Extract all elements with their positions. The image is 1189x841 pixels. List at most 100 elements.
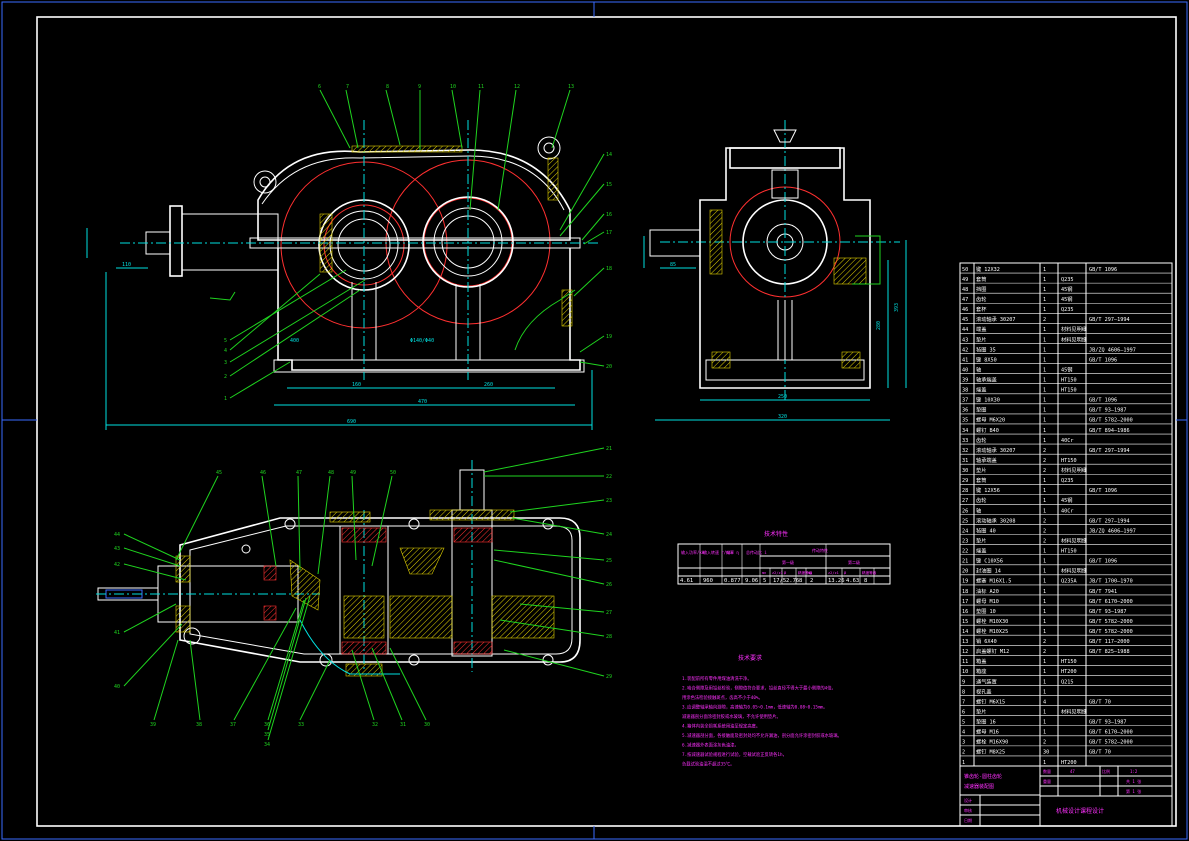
bom-no: 31 bbox=[962, 458, 968, 464]
bom-qty: 1 bbox=[1043, 418, 1046, 424]
bom-qty: 2 bbox=[1043, 458, 1046, 464]
bom-qty: 1 bbox=[1043, 559, 1046, 565]
bom-no: 50 bbox=[962, 267, 968, 273]
bom-name: 箱座 bbox=[976, 667, 986, 675]
bom-standard: JB/ZQ 4606—1997 bbox=[1089, 528, 1136, 534]
tech-value: 2 bbox=[810, 578, 813, 584]
side-width: 250 bbox=[778, 394, 787, 400]
callout-42: 42 bbox=[114, 562, 120, 568]
bom-qty: 1 bbox=[1043, 609, 1046, 615]
bom-name: 毡圈 40 bbox=[976, 526, 996, 534]
bom-standard: GB/T 1096 bbox=[1089, 398, 1117, 404]
bom-row: 11 箱盖 1 HT150 bbox=[962, 657, 1077, 665]
bom-standard: GB/T 825—1988 bbox=[1089, 649, 1130, 655]
callout-39: 39 bbox=[150, 722, 156, 728]
bom-qty: 2 bbox=[1043, 518, 1046, 524]
bom-row: 43 垫片 1 材料见明细 bbox=[962, 335, 1087, 343]
tech-col-label: mn bbox=[808, 571, 812, 575]
bom-qty: 2 bbox=[1043, 740, 1046, 746]
bom-row: 2 螺钉 M8X25 30 GB/T 70 bbox=[962, 748, 1111, 756]
bom-name: 螺钉 M8X25 bbox=[976, 748, 1005, 756]
tb-qty-label: 数量 bbox=[1043, 768, 1051, 774]
bom-row: 27 齿轮 1 45钢 bbox=[962, 496, 1072, 504]
bom-row: 4 螺母 M16 1 GB/T 6170—2000 bbox=[962, 728, 1133, 736]
tb-weight-label: 重量 bbox=[1043, 778, 1051, 784]
bom-row: 45 滚动轴承 30207 2 GB/T 297—1994 bbox=[962, 315, 1130, 323]
bom-material: HT150 bbox=[1061, 458, 1077, 464]
callout-30: 30 bbox=[424, 722, 430, 728]
callout-25: 25 bbox=[606, 558, 612, 564]
bom-name: 垫片 bbox=[976, 707, 986, 715]
bom-no: 4 bbox=[962, 730, 965, 736]
callout-7: 7 bbox=[346, 84, 349, 90]
bom-name: 螺栓 M16X90 bbox=[976, 738, 1008, 746]
tech-header-power: 输入功率/kW bbox=[681, 549, 705, 555]
tech-req-line: 4.箱体内装全损耗系统用油至规定高度。 bbox=[682, 723, 760, 730]
callout-36: 36 bbox=[264, 722, 270, 728]
tech-header-eff: 效率 η bbox=[726, 549, 739, 555]
assembly-drawing: 690 470 160 260 110 Φ140/Φ40 400 6 7 8 9… bbox=[1, 1, 1188, 840]
tech-value: 5 bbox=[763, 578, 766, 584]
bom-qty: 1 bbox=[1043, 549, 1046, 555]
bom-no: 44 bbox=[962, 327, 968, 333]
tb-sheet-label: 共 1 张 bbox=[1126, 778, 1141, 784]
bom-qty: 1 bbox=[1043, 579, 1046, 585]
front-gear-note: Φ140/Φ40 bbox=[410, 338, 434, 344]
bom-row: 48 挡圈 1 45钢 bbox=[962, 285, 1072, 293]
bom-name: 封油圈 14 bbox=[976, 567, 1001, 575]
bom-row: 31 轴承端盖 2 HT150 bbox=[962, 456, 1077, 464]
bom-name: 滚动轴承 30207 bbox=[976, 446, 1016, 454]
bom-row: 9 通气装置 1 Q215 bbox=[962, 677, 1074, 685]
side-total-width: 320 bbox=[778, 414, 787, 420]
technical-requirements: 技术要求 1.装配前所有零件用煤油清洗干净。 2.啮合侧隙及用铅丝检验，侧隙值符合… bbox=[682, 654, 842, 768]
callout-28: 28 bbox=[606, 634, 612, 640]
bom-standard: GB/T 70 bbox=[1089, 750, 1111, 756]
tech-req-line: 负载试验油温不超过35℃。 bbox=[682, 761, 734, 768]
front-height-dim: 400 bbox=[290, 338, 299, 344]
bom-row: 14 螺栓 M10X25 1 GB/T 5782—2000 bbox=[962, 627, 1133, 635]
tech-header-char: 传动特性 bbox=[812, 547, 828, 553]
bom-standard: GB/T 6170—2000 bbox=[1089, 730, 1133, 736]
bom-row: 16 垫圈 10 1 GB/T 93—1987 bbox=[962, 607, 1126, 615]
callout-20: 20 bbox=[606, 364, 612, 370]
bom-qty: 2 bbox=[1043, 538, 1046, 544]
bom-name: 箱盖 bbox=[976, 657, 986, 665]
bom-material: 材料见明细 bbox=[1061, 536, 1087, 544]
bom-row: 5 垫圈 16 1 GB/T 93—1987 bbox=[962, 718, 1126, 726]
bom-no: 20 bbox=[962, 569, 968, 575]
bom-qty: 2 bbox=[1043, 649, 1046, 655]
callout-33: 33 bbox=[298, 722, 304, 728]
bom-no: 3 bbox=[962, 740, 965, 746]
bom-qty: 1 bbox=[1043, 508, 1046, 514]
bom-no: 33 bbox=[962, 438, 968, 444]
tech-req-line: 5.减速器剖分面，各接触面及密封处均不允许漏油，剖分面允许涂密封胶或水玻璃。 bbox=[682, 732, 842, 739]
tech-col-label: β bbox=[844, 571, 846, 575]
side-view: 320 250 393 280 85 bbox=[643, 120, 907, 421]
bom-material: 40Cr bbox=[1061, 438, 1074, 444]
callout-9: 9 bbox=[418, 84, 421, 90]
tech-col-label: 精度等级 bbox=[862, 570, 877, 575]
bom-material: 45钢 bbox=[1061, 295, 1072, 303]
bom-standard: GB/T 297—1994 bbox=[1089, 518, 1130, 524]
bom-standard: GB/T 1096 bbox=[1089, 488, 1117, 494]
bom-qty: 4 bbox=[1043, 699, 1046, 705]
bom-no: 6 bbox=[962, 709, 965, 715]
bom-no: 16 bbox=[962, 609, 968, 615]
tb-sheet-no: 第 1 张 bbox=[1126, 788, 1141, 794]
bom-qty: 2 bbox=[1043, 468, 1046, 474]
bom-material: Q235 bbox=[1061, 277, 1074, 283]
bom-no: 37 bbox=[962, 398, 968, 404]
bom-name: 轴承端盖 bbox=[976, 376, 997, 384]
bom-name: 螺塞 M16X1.5 bbox=[976, 577, 1011, 585]
tech-value: 960 bbox=[703, 578, 713, 584]
bom-name: 垫片 bbox=[976, 466, 986, 474]
bom-qty: 1 bbox=[1043, 720, 1046, 726]
bom-material: HT150 bbox=[1061, 378, 1077, 384]
callout-46: 46 bbox=[260, 470, 266, 476]
bom-row: 47 齿轮 1 45钢 bbox=[962, 295, 1072, 303]
bom-qty: 1 bbox=[1043, 327, 1046, 333]
bom-no: 48 bbox=[962, 287, 968, 293]
bom-name: 螺钉 M6X15 bbox=[976, 697, 1005, 705]
bom-no: 42 bbox=[962, 347, 968, 353]
bom-material: HT200 bbox=[1061, 669, 1077, 675]
